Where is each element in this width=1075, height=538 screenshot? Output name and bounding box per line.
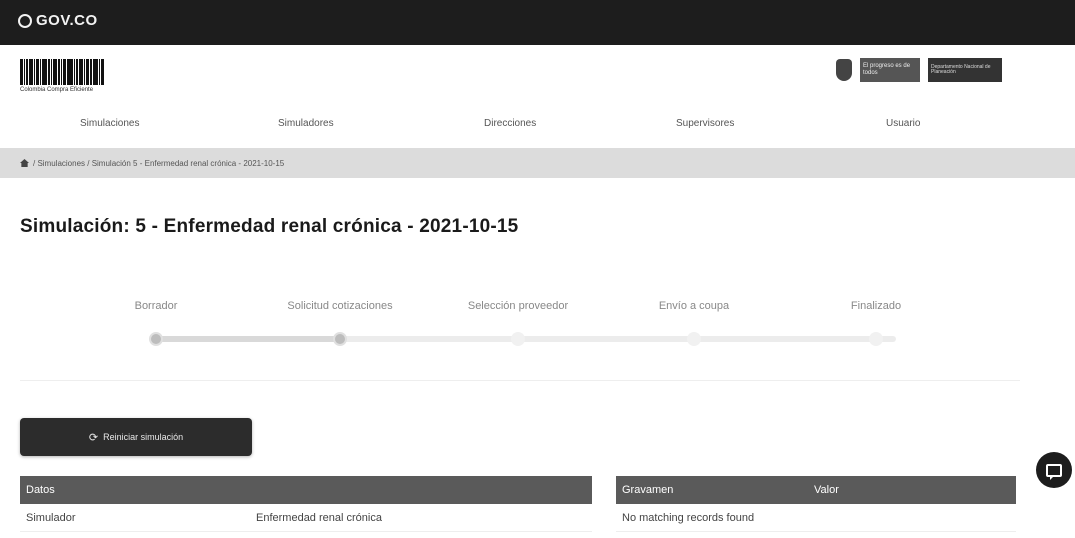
nav-item-simuladores[interactable]: Simuladores bbox=[278, 118, 334, 129]
datos-table: Datos Simulador Enfermedad renal crónica bbox=[20, 476, 592, 532]
partner-logos: El progreso es de todos Departamento Nac… bbox=[836, 58, 1002, 82]
datos-row-value: Enfermedad renal crónica bbox=[256, 511, 382, 524]
step-label-solicitud: Solicitud cotizaciones bbox=[287, 300, 393, 312]
site-header: Colombia Compra Eficiente El progreso es… bbox=[0, 45, 1075, 105]
step-label-borrador: Borrador bbox=[134, 300, 178, 312]
datos-header-label: Datos bbox=[26, 484, 55, 496]
colombia-compra-logo[interactable]: Colombia Compra Eficiente bbox=[20, 59, 138, 99]
partner-logo-progreso: El progreso es de todos bbox=[860, 58, 920, 82]
step-dot-seleccion bbox=[511, 332, 525, 346]
breadcrumb-path[interactable]: / Simulaciones / Simulación 5 - Enfermed… bbox=[33, 159, 284, 168]
empty-table-message: No matching records found bbox=[622, 511, 755, 524]
gravamen-col-header[interactable]: Gravamen bbox=[622, 484, 673, 496]
main-nav: Simulaciones Simuladores Direcciones Sup… bbox=[0, 112, 1075, 140]
step-dot-solicitud bbox=[333, 332, 347, 346]
gov-co-logo[interactable]: GOV.CO bbox=[18, 12, 98, 29]
gov-topbar: GOV.CO bbox=[0, 0, 1075, 45]
chat-button[interactable] bbox=[1036, 452, 1072, 488]
nav-item-usuario[interactable]: Usuario bbox=[886, 118, 920, 129]
chat-icon bbox=[1046, 463, 1062, 480]
coat-of-arms-icon bbox=[836, 59, 852, 81]
gov-shield-icon bbox=[18, 13, 32, 28]
step-label-finalizado: Finalizado bbox=[850, 300, 902, 312]
gravamen-table: Gravamen Valor No matching records found bbox=[616, 476, 1016, 532]
valor-col-header[interactable]: Valor bbox=[814, 484, 839, 496]
datos-table-header: Datos bbox=[20, 476, 592, 504]
restart-simulation-label: Reiniciar simulación bbox=[103, 432, 184, 442]
home-icon[interactable] bbox=[20, 159, 29, 167]
step-dot-finalizado bbox=[869, 332, 883, 346]
datos-row-label: Simulador bbox=[26, 511, 76, 524]
section-divider bbox=[20, 380, 1020, 381]
brand-caption: Colombia Compra Eficiente bbox=[20, 87, 94, 93]
gravamen-table-header: Gravamen Valor bbox=[616, 476, 1016, 504]
step-dot-borrador bbox=[149, 332, 163, 346]
refresh-icon: ⟳ bbox=[88, 431, 99, 444]
nav-item-direcciones[interactable]: Direcciones bbox=[484, 118, 536, 129]
page-title: Simulación: 5 - Enfermedad renal crónica… bbox=[20, 216, 519, 237]
step-dot-envio bbox=[687, 332, 701, 346]
table-row: Simulador Enfermedad renal crónica bbox=[20, 504, 592, 532]
table-empty-row: No matching records found bbox=[616, 504, 1016, 532]
partner-logo-dnp: Departamento Nacional de Planeación bbox=[928, 58, 1002, 82]
breadcrumb: / Simulaciones / Simulación 5 - Enfermed… bbox=[0, 148, 1075, 178]
barcode-icon bbox=[20, 59, 138, 85]
restart-simulation-button[interactable]: ⟳ Reiniciar simulación bbox=[20, 418, 252, 456]
gov-logo-text: GOV.CO bbox=[36, 12, 98, 29]
simulation-stepper: Borrador Solicitud cotizaciones Selecció… bbox=[100, 300, 940, 360]
nav-item-supervisores[interactable]: Supervisores bbox=[676, 118, 734, 129]
nav-item-simulaciones[interactable]: Simulaciones bbox=[80, 118, 139, 129]
step-label-envio: Envío a coupa bbox=[658, 300, 730, 312]
step-label-seleccion: Selección proveedor bbox=[467, 300, 569, 312]
stepper-progress bbox=[156, 336, 340, 342]
